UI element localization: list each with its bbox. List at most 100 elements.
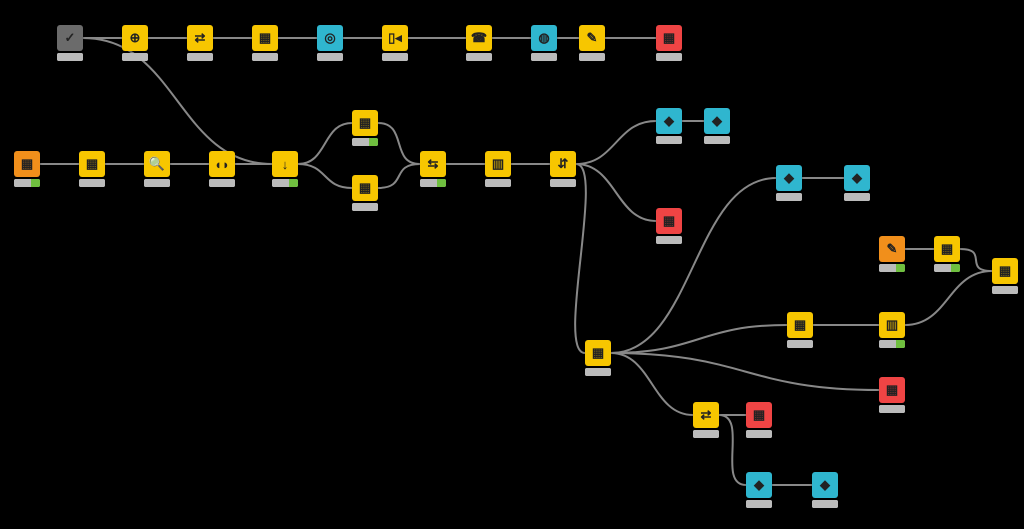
node-leaf-concat[interactable]: ▥ xyxy=(879,312,905,348)
caller-icon: ☎ xyxy=(466,25,492,51)
extra-table-icon: ▦ xyxy=(934,236,960,262)
node-branch-top[interactable]: ▦ xyxy=(352,110,378,146)
status-lights xyxy=(187,53,213,61)
status-lights xyxy=(812,500,838,508)
edge-n30-n32 xyxy=(719,415,746,485)
column-filter-icon: ▯◂ xyxy=(382,25,408,51)
node-loop-end[interactable]: ◍ xyxy=(531,25,557,61)
node-read-extra[interactable]: ✎ xyxy=(879,236,905,272)
status-lights xyxy=(656,236,682,244)
node-merge[interactable]: ⇆ xyxy=(420,151,446,187)
node-inspect[interactable]: 🔍 xyxy=(144,151,170,187)
branch-top-icon: ▦ xyxy=(352,110,378,136)
edge-n35-n36 xyxy=(960,249,992,271)
joiner-icon: ◖◗ xyxy=(209,151,235,177)
edge-n26-n24 xyxy=(611,178,776,353)
status-lights xyxy=(272,179,298,187)
status-lights xyxy=(656,53,682,61)
node-leaf-table[interactable]: ▦ xyxy=(787,312,813,348)
db-write-b-icon: ◆ xyxy=(776,165,802,191)
status-lights xyxy=(144,179,170,187)
node-transform-error[interactable]: ▦ xyxy=(746,402,772,438)
status-lights xyxy=(382,53,408,61)
viewer-a-icon: ◆ xyxy=(704,108,730,134)
status-lights xyxy=(352,138,378,146)
edge-n1-n15 xyxy=(83,38,272,164)
node-sort-split[interactable]: ⇵ xyxy=(550,151,576,187)
sorter-icon: ↓ xyxy=(272,151,298,177)
edge-n26-n27 xyxy=(611,325,787,353)
transform-icon: ⇄ xyxy=(693,402,719,428)
node-viewer-b[interactable]: ◆ xyxy=(844,165,870,201)
node-start[interactable]: ✓ xyxy=(57,25,83,61)
node-map[interactable]: ⇄ xyxy=(187,25,213,61)
leaf-table-icon: ▦ xyxy=(787,312,813,338)
status-lights xyxy=(420,179,446,187)
node-final-view[interactable]: ◆ xyxy=(812,472,838,508)
status-lights xyxy=(352,203,378,211)
node-leaf-error[interactable]: ▦ xyxy=(879,377,905,413)
status-lights xyxy=(579,53,605,61)
node-caller[interactable]: ☎ xyxy=(466,25,492,61)
node-table[interactable]: ▦ xyxy=(252,25,278,61)
db-write-a-icon: ◆ xyxy=(656,108,682,134)
final-db-icon: ◆ xyxy=(746,472,772,498)
edge-n26-n30 xyxy=(611,353,693,415)
status-lights xyxy=(122,53,148,61)
workflow-canvas[interactable]: { "canvas": { "width": 1024, "height": 5… xyxy=(0,0,1024,529)
node-row-filter[interactable]: ▦ xyxy=(79,151,105,187)
status-lights xyxy=(14,179,40,187)
node-column-filter[interactable]: ▯◂ xyxy=(382,25,408,61)
read-extra-icon: ✎ xyxy=(879,236,905,262)
leaf-error-icon: ▦ xyxy=(879,377,905,403)
node-joiner[interactable]: ◖◗ xyxy=(209,151,235,187)
node-error-table[interactable]: ▦ xyxy=(656,208,682,244)
node-viewer-a[interactable]: ◆ xyxy=(704,108,730,144)
db-read-icon: ◎ xyxy=(317,25,343,51)
edge-n15-n16 xyxy=(298,123,352,164)
node-editor[interactable]: ✎ xyxy=(579,25,605,61)
node-create-table[interactable]: ⊕ xyxy=(122,25,148,61)
node-db-write-a[interactable]: ◆ xyxy=(656,108,682,144)
sort-split-icon: ⇵ xyxy=(550,151,576,177)
status-lights xyxy=(252,53,278,61)
node-extra-table[interactable]: ▦ xyxy=(934,236,960,272)
write-table-icon: ▦ xyxy=(656,25,682,51)
node-db-write-b[interactable]: ◆ xyxy=(776,165,802,201)
table-icon: ▦ xyxy=(252,25,278,51)
edge-n20-n26 xyxy=(575,164,586,353)
map-icon: ⇄ xyxy=(187,25,213,51)
status-lights xyxy=(934,264,960,272)
concat-icon: ▥ xyxy=(485,151,511,177)
extra-out-icon: ▦ xyxy=(992,258,1018,284)
edge-n20-n21 xyxy=(576,121,656,164)
edge-n15-n17 xyxy=(298,164,352,188)
loop-end-icon: ◍ xyxy=(531,25,557,51)
status-lights xyxy=(746,500,772,508)
node-sorter[interactable]: ↓ xyxy=(272,151,298,187)
edge-n16-n18 xyxy=(378,123,420,164)
transform-error-icon: ▦ xyxy=(746,402,772,428)
status-lights xyxy=(746,430,772,438)
status-lights xyxy=(531,53,557,61)
status-lights xyxy=(704,136,730,144)
hub-icon: ▦ xyxy=(585,340,611,366)
node-transform[interactable]: ⇄ xyxy=(693,402,719,438)
status-lights xyxy=(656,136,682,144)
node-extra-out[interactable]: ▦ xyxy=(992,258,1018,294)
status-lights xyxy=(209,179,235,187)
node-db-read[interactable]: ◎ xyxy=(317,25,343,61)
node-branch-bottom[interactable]: ▦ xyxy=(352,175,378,211)
file-reader-icon: ▦ xyxy=(14,151,40,177)
merge-icon: ⇆ xyxy=(420,151,446,177)
status-lights xyxy=(879,340,905,348)
node-concat[interactable]: ▥ xyxy=(485,151,511,187)
status-lights xyxy=(317,53,343,61)
viewer-b-icon: ◆ xyxy=(844,165,870,191)
final-view-icon: ◆ xyxy=(812,472,838,498)
node-hub[interactable]: ▦ xyxy=(585,340,611,376)
leaf-concat-icon: ▥ xyxy=(879,312,905,338)
node-final-db[interactable]: ◆ xyxy=(746,472,772,508)
node-write-table[interactable]: ▦ xyxy=(656,25,682,61)
node-file-reader[interactable]: ▦ xyxy=(14,151,40,187)
